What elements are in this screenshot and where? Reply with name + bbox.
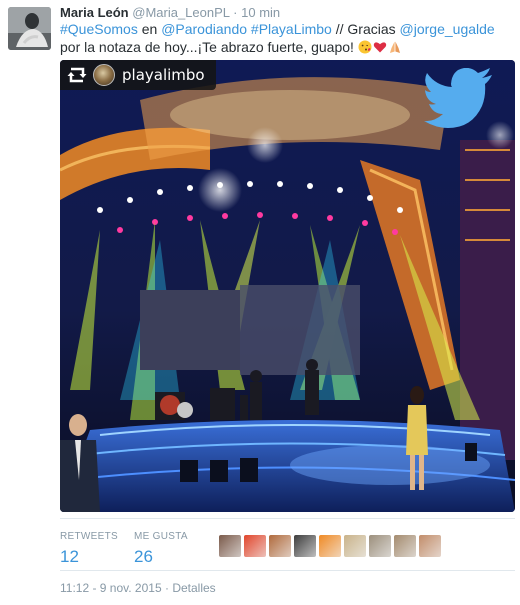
likes-stat[interactable]: ME GUSTA 26 (134, 531, 188, 568)
tweet-text-plain: por la notaza de hoy...¡Te abrazo fuerte… (60, 39, 358, 55)
mention-parodiando[interactable]: @Parodiando (161, 21, 247, 37)
twitter-bird-icon (424, 68, 492, 128)
liker-avatar[interactable] (219, 535, 241, 557)
author-name[interactable]: Maria León (60, 5, 129, 20)
tweet-card: Maria León @Maria_LeonPL · 10 min #QueSo… (0, 0, 520, 605)
retweets-stat[interactable]: RETWEETS 12 (60, 531, 118, 568)
tweet-timestamp: 11:12 - 9 nov. 2015 (60, 581, 162, 595)
separator-dot: · (233, 5, 238, 20)
liker-avatar[interactable] (344, 535, 366, 557)
liker-avatar[interactable] (269, 535, 291, 557)
details-link[interactable]: Detalles (172, 581, 215, 595)
tweet-text-plain: en (137, 21, 162, 37)
likes-count[interactable]: 26 (134, 546, 188, 568)
divider (60, 570, 515, 571)
liker-avatars (219, 535, 441, 557)
liker-avatar[interactable] (294, 535, 316, 557)
repost-user-avatar (93, 64, 115, 86)
folded-hands-emoji (389, 41, 400, 53)
liker-avatar[interactable] (394, 535, 416, 557)
divider (60, 518, 515, 519)
author-handle[interactable]: @Maria_LeonPL (132, 5, 229, 20)
repost-username: playalimbo (122, 66, 205, 84)
kiss-face-emoji (358, 40, 372, 54)
liker-avatar[interactable] (369, 535, 391, 557)
tweet-text-plain: // Gracias (331, 21, 400, 37)
tweet-header: Maria León @Maria_LeonPL · 10 min (60, 5, 280, 21)
repost-badge: playalimbo (60, 60, 216, 90)
tweet-footer: 11:12 - 9 nov. 2015 · Detalles (60, 581, 216, 595)
tweet-time[interactable]: 10 min (241, 5, 280, 20)
author-avatar[interactable] (8, 7, 51, 50)
mention-jorge-ugalde[interactable]: @jorge_ugalde (400, 21, 495, 37)
hashtag-quesomos[interactable]: #QueSomos (60, 21, 138, 37)
separator-dot: · (164, 581, 169, 595)
tweet-media-photo[interactable]: playalimbo (60, 60, 515, 512)
liker-avatar[interactable] (244, 535, 266, 557)
red-heart-emoji (373, 42, 387, 53)
liker-avatar[interactable] (319, 535, 341, 557)
repost-icon (67, 67, 87, 83)
hashtag-playalimbo[interactable]: #PlayaLimbo (251, 21, 332, 37)
retweets-count[interactable]: 12 (60, 546, 118, 568)
likes-label: ME GUSTA (134, 531, 188, 542)
liker-avatar[interactable] (419, 535, 441, 557)
retweets-label: RETWEETS (60, 531, 118, 542)
tweet-text: #QueSomos en @Parodiando #PlayaLimbo // … (60, 20, 510, 56)
